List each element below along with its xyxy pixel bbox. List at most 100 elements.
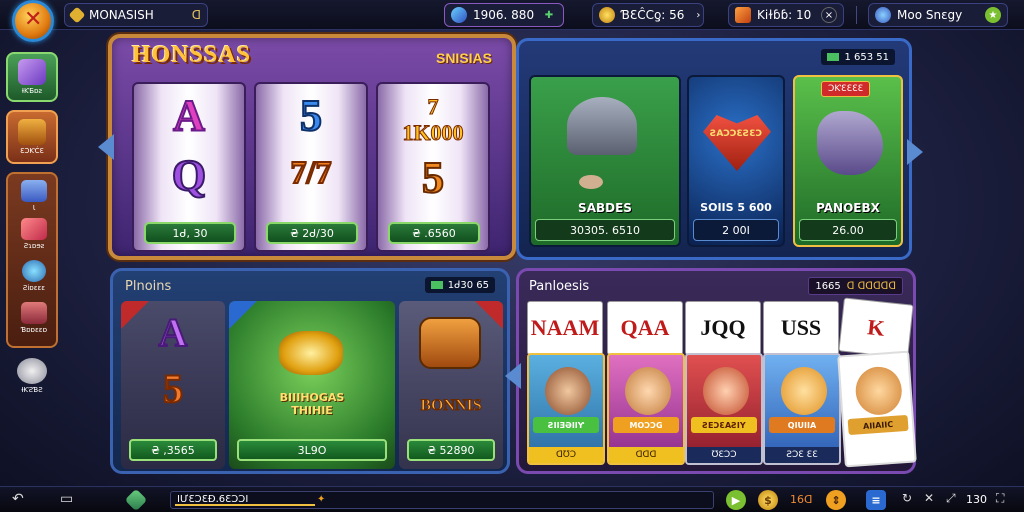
reel-1[interactable]: A Q 1ᑯ, 30: [132, 82, 246, 252]
games-counter: 1 653 51: [821, 49, 895, 65]
hero-card[interactable]: AIIAIIC: [837, 350, 917, 468]
reel-3[interactable]: 7 1K000 5 ₴ .6560: [376, 82, 490, 252]
reel-symbol: Q: [171, 150, 207, 201]
hero-card[interactable]: QIUIIA ƧƆƐ ƐƐ: [763, 353, 841, 465]
sidebar-item-bag[interactable]: ƗƘƂɒƨ: [6, 52, 58, 102]
reel-symbol: 7 1K000: [402, 94, 464, 146]
skip-icon[interactable]: ▶: [726, 490, 746, 510]
poker-panel: Panloesis 1665 ᗡ ᗡᗡᗡᗡᗡ NAAM QAA JQQ USS …: [505, 268, 917, 474]
hero-card[interactable]: ƧIIƎƏIIƳ ᗡƱƆ: [527, 353, 605, 465]
cash-icon: [827, 53, 840, 61]
sidebar-item-crate[interactable]: Ɓɒɒɛɛɒ: [8, 302, 60, 334]
ticket-icon: [735, 7, 751, 23]
slots-title: HONSSAS: [132, 42, 252, 68]
player-pill[interactable]: MONASISH ᗡ: [64, 3, 208, 27]
balance-coins: ƁƐĈCƍ: 56: [621, 8, 685, 22]
gem-icon: [451, 7, 467, 23]
close-icon[interactable]: ✕: [924, 491, 934, 505]
hero-card[interactable]: ƧEƆƐAƧIY ƱƐƆƆ: [685, 353, 763, 465]
fish-icon: [817, 111, 883, 175]
games-counter-value: 1 653 51: [844, 51, 889, 63]
balance-pill-coins[interactable]: ƁƐĈCƍ: 56 ›: [592, 3, 704, 27]
game-footer[interactable]: 30305. 6510: [535, 219, 675, 241]
reel-symbol: 7/7: [290, 153, 333, 191]
slots-panel: HONSSAS SNISIAS A Q 1ᑯ, 30 5 7/7 ₴ 2ᑯ/30…: [98, 34, 516, 260]
pot-icon: [17, 358, 47, 384]
game-footer[interactable]: 2 00I: [693, 219, 779, 241]
playing-card[interactable]: NAAM: [527, 301, 603, 355]
sidebar-item-orb[interactable]: Ƨiɒɛɛɛ: [8, 260, 60, 292]
back-icon[interactable]: ↶: [12, 491, 24, 507]
sidebar-label: Ɩ: [32, 204, 36, 212]
game-logo[interactable]: ✕: [12, 0, 54, 42]
balance-tickets: Kiɫɓɓ: 10: [757, 8, 812, 22]
bonus-art-text: BONNIS: [420, 397, 482, 415]
game-card-arrow[interactable]: ƧAƆƆƐƧƐƆ SOIIS 5 600 2 00I: [687, 75, 785, 247]
chevron-right-icon[interactable]: ›: [690, 7, 706, 23]
badge-text: ƆƘƐƐƐƐ: [828, 84, 864, 94]
star-icon[interactable]: ★: [985, 7, 1001, 23]
hero-footer: ƱƐƆƆ: [687, 447, 761, 463]
balance-pill-tickets[interactable]: Kiɫɓɓ: 10 ×: [728, 3, 844, 27]
bottom-bar: ↶ ▭ IƯƐƆƐƉ.6ƐƆƆI ✦ ▶ $ 16ᗡ ⇕ ≡ ↻ ✕ ⤢ 130…: [0, 486, 1024, 512]
refresh-icon[interactable]: ↻: [902, 491, 912, 505]
bonus-footer[interactable]: ₴ 52890: [407, 439, 495, 461]
playing-card[interactable]: USS: [763, 301, 839, 355]
game-card-fish[interactable]: ƆƘƐƐƐƐ PANOEBX 26.00: [793, 75, 903, 247]
bonus-symbol: 5: [162, 365, 184, 412]
reel-2[interactable]: 5 7/7 ₴ 2ᑯ/30: [254, 82, 368, 252]
hero-tag: ƧIIƎƏIIƳ: [533, 417, 599, 433]
hero-tag: ƧEƆƐAƧIY: [691, 417, 757, 433]
sidebar-item-sword[interactable]: Ƨɿɒɘƨ: [8, 218, 60, 250]
top-bar: MONASISH ᗡ 1906. 880 ✚ ƁƐĈCƍ: 56 › Kiɫɓɓ…: [0, 0, 1024, 30]
sort-icon[interactable]: ⇕: [826, 490, 846, 510]
reel-bet[interactable]: ₴ 2ᑯ/30: [266, 222, 358, 244]
menu-icon[interactable]: ≡: [866, 490, 886, 510]
cash-icon: [430, 281, 443, 289]
scroll-right-icon[interactable]: [907, 139, 923, 165]
social-label: Moo Snɛgy: [897, 8, 963, 22]
window-icon[interactable]: ▭: [60, 491, 73, 507]
sidebar-label: Ƨɿɒɘƨ: [23, 242, 45, 250]
game-footer[interactable]: 26.00: [799, 219, 897, 241]
bonus-footer[interactable]: ₴ ,3565: [129, 439, 217, 461]
playing-card[interactable]: K: [838, 297, 914, 359]
reel-bet[interactable]: 1ᑯ, 30: [144, 222, 236, 244]
game-card-golf[interactable]: SABDES 30305. 6510: [529, 75, 681, 247]
fullscreen-icon[interactable]: ⛶: [996, 491, 1004, 506]
close-icon[interactable]: ×: [821, 7, 837, 23]
sidebar-label: Ƨiɒɛɛɛ: [22, 284, 46, 292]
hero-portrait: [854, 365, 904, 417]
hero-card[interactable]: MOƆƆG ᗡᗡᗡ: [607, 353, 685, 465]
bonus-card-letters[interactable]: A 5 ₴ ,3565: [121, 301, 225, 469]
bonus-card-bonus[interactable]: BONNIS ₴ 52890: [399, 301, 503, 469]
sidebar-item-pot[interactable]: ƗƘƧƁƧ: [6, 354, 58, 398]
expand-icon[interactable]: ⤢: [946, 491, 956, 506]
bag-icon: [18, 59, 46, 85]
sidebar-item-chest[interactable]: ƐƆƘĊƐ: [6, 110, 58, 164]
poker-title: Panloesis: [529, 279, 590, 294]
ticker-progress: [175, 504, 315, 506]
playing-card[interactable]: JQQ: [685, 301, 761, 355]
bonus-footer[interactable]: 3L9O: [237, 439, 387, 461]
badge: ƆƘƐƐƐƐ: [821, 81, 871, 97]
social-pill[interactable]: Moo Snɛgy ★: [868, 3, 1008, 27]
reel-bet[interactable]: ₴ .6560: [388, 222, 480, 244]
reel-arrow-left-icon[interactable]: [98, 134, 114, 160]
sidebar-item-gift[interactable]: Ɩ: [8, 180, 60, 212]
coin-icon[interactable]: $: [758, 490, 778, 510]
plus-icon[interactable]: ✚: [541, 7, 557, 23]
balance-pill-gems[interactable]: 1906. 880 ✚: [444, 3, 564, 27]
reel-symbol: 5: [421, 152, 445, 203]
golf-club-icon: [567, 97, 637, 155]
ribbon: [229, 301, 257, 329]
playing-card[interactable]: QAA: [607, 301, 683, 355]
treasure-icon: [419, 317, 481, 369]
gem-icon[interactable]: [124, 488, 148, 512]
bonus-counter-value: 1ᑯ30 65: [447, 279, 489, 291]
poker-counter-value: 1665: [815, 280, 841, 292]
hero-footer: ᗡᗡᗡ: [609, 447, 683, 463]
poker-counter: 1665 ᗡ ᗡᗡᗡᗡᗡ: [808, 277, 903, 295]
bonus-card-gold[interactable]: BIIIHOGAS THIHIE 3L9O: [229, 301, 395, 469]
poker-counter-value-2: ᗡ ᗡᗡᗡᗡᗡ: [846, 280, 896, 292]
